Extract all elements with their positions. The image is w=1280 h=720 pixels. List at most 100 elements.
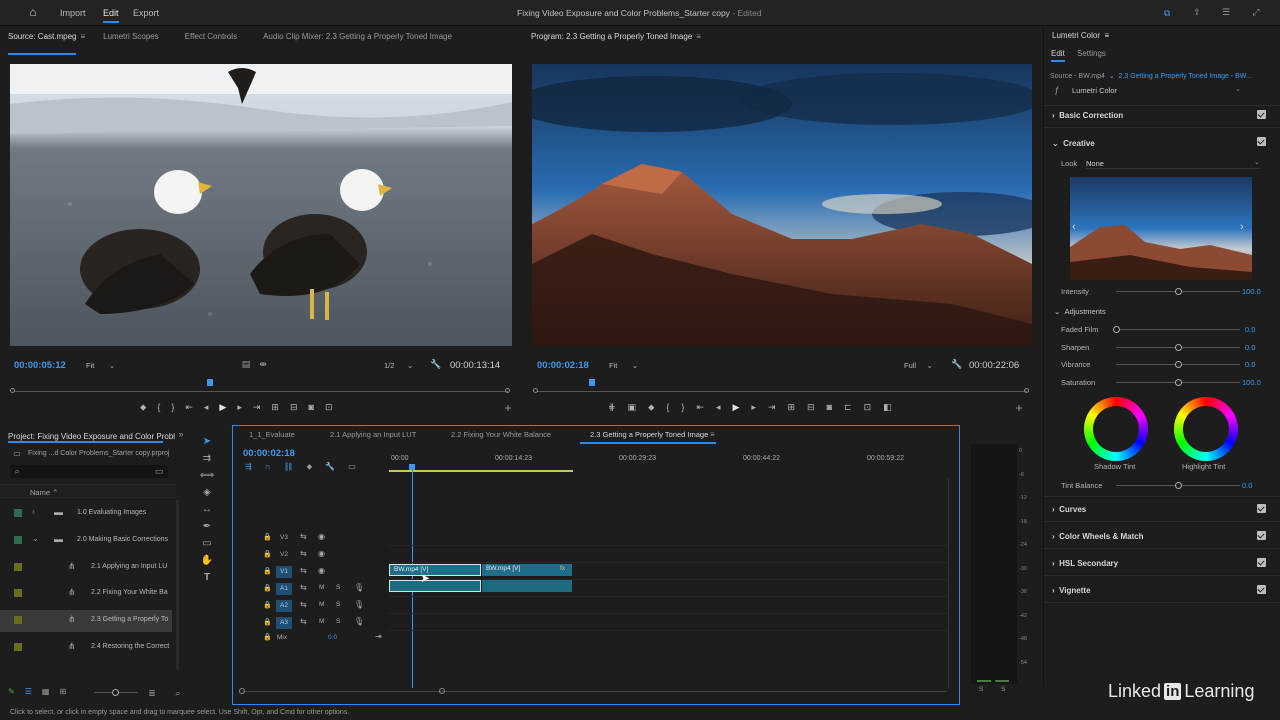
sync-lock-icon[interactable]: ⇆ [300,566,307,575]
selection-tool-icon[interactable]: ➤ [203,436,211,447]
tab-program[interactable]: Program: 2.3 Getting a Properly Toned Im… [531,32,692,41]
label-color-swatch[interactable] [14,589,22,597]
new-bin-icon[interactable]: ▭ [153,465,165,477]
sync-lock-icon[interactable]: ⇆ [300,583,307,592]
project-item[interactable]: ⋔ 2.2 Fixing Your White Ba [0,583,172,605]
track-target[interactable]: V2 [276,549,292,561]
basic-correction-checkbox[interactable] [1257,110,1266,119]
mix-arrow-icon[interactable]: ⇥ [375,632,382,641]
add-marker-icon[interactable]: ⬥ [307,462,313,472]
program-playhead[interactable] [589,379,595,386]
captions-icon[interactable]: ▭ [348,462,356,472]
marker-icon[interactable]: ⬥ [648,402,654,413]
track-target[interactable]: V3 [276,532,292,544]
adjust-slider[interactable] [1116,343,1240,351]
intensity-slider[interactable] [1116,288,1240,295]
program-add-button-icon[interactable]: + [1013,402,1025,414]
adjust-slider[interactable] [1116,361,1240,368]
track-lock-icon[interactable]: 🔒 [263,584,272,592]
menu-edit[interactable]: Edit [103,8,119,23]
shadow-tint-wheel[interactable] [1084,397,1148,461]
mark-in-icon[interactable]: { [157,402,160,413]
solo-right[interactable]: S [1001,686,1005,693]
sync-lock-icon[interactable]: ⇆ [300,600,307,609]
rectangle-tool-icon[interactable]: ▭ [202,538,211,549]
lumetri-section-checkbox[interactable] [1257,558,1266,567]
tab-lumetri-scopes[interactable]: Lumetri Scopes [103,32,159,41]
solo-button[interactable]: S [336,601,340,608]
track-lock-icon[interactable]: 🔒 [263,533,272,541]
tab-source[interactable]: Source: Cast.mpeg [8,32,76,41]
track-lock-icon[interactable]: 🔒 [263,601,272,609]
timeline-ruler[interactable]: 00:00 00:00:14:23 00:00:29:23 00:00:44:22 00… [389,450,949,472]
mute-button[interactable]: M [319,618,324,625]
disclosure-icon[interactable]: ⌄ [32,534,39,543]
microphone-icon[interactable]: 🎙 [354,617,364,626]
workspaces-icon[interactable]: ☰ [1220,6,1232,18]
step-forward-icon[interactable]: ▸ [237,402,242,413]
column-name[interactable]: Name ⌃ [30,488,58,497]
share-icon[interactable]: ⇪ [1191,6,1203,18]
mark-out-icon[interactable]: } [681,402,684,413]
lumetri-effect-select[interactable]: Lumetri Color [1072,86,1117,95]
find-icon[interactable]: ⌕ [172,687,184,699]
insert-clip-icon[interactable]: ⊞ [271,402,279,413]
adjust-value[interactable]: 100.0 [1242,378,1261,387]
step-back-icon[interactable]: ◂ [204,402,209,413]
freeform-view-icon[interactable]: ⊞ [59,687,66,696]
nest-icon[interactable]: ⇶ [245,462,252,472]
settings-icon[interactable]: ▤ [240,358,252,370]
adjustments-toggle[interactable]: ⌄ Adjustments [1054,307,1106,316]
quick-export-icon[interactable]: ⧉ [1161,7,1173,19]
solo-button[interactable]: S [336,584,340,591]
track-lock-icon[interactable]: 🔒 [263,550,272,558]
track-lock-icon[interactable]: 🔒 [263,567,272,575]
step-forward-icon[interactable]: ▸ [751,402,756,413]
vr-icon[interactable]: ◧ [883,402,892,413]
track-target[interactable]: A3 [276,617,292,629]
lumetri-section-checkbox[interactable] [1257,531,1266,540]
menu-export[interactable]: Export [133,8,159,18]
lumetri-tab-settings[interactable]: Settings [1077,49,1106,58]
sync-lock-icon[interactable]: ⇆ [300,617,307,626]
tint-balance-slider[interactable] [1116,482,1240,489]
project-item[interactable]: ⋔ 2.4 Restoring the Correct [0,637,172,659]
overwrite-icon[interactable]: ⊟ [290,402,298,413]
icon-view-icon[interactable]: ▦ [42,687,50,696]
panel-overflow-icon[interactable]: » [176,428,186,440]
list-view-icon[interactable]: ☰ [25,687,32,696]
step-back-icon[interactable]: ◂ [716,402,721,413]
source-video-frame[interactable] [10,64,512,346]
source-resolution-select[interactable]: 1/2 ⌄ [384,361,413,370]
track-lock-icon[interactable]: 🔒 [263,618,272,626]
export-frame-icon[interactable]: ◙ [827,402,832,413]
intensity-value[interactable]: 100.0 [1242,287,1261,296]
tab-project[interactable]: Project: Fixing Video Exposure and Color… [8,432,175,441]
solo-left[interactable]: S [979,686,983,693]
extract-icon[interactable]: ⊟ [807,402,815,413]
fullscreen-icon[interactable]: ⤢ [1250,6,1262,18]
mark-out-icon[interactable]: } [171,402,174,413]
timeline-tab[interactable]: 2.2 Fixing Your White Balance [451,430,551,439]
add-button-icon[interactable]: + [502,402,514,414]
look-preview-thumbnail[interactable]: ‹ › [1070,177,1252,280]
button-editor-icon[interactable]: ⊡ [325,402,333,413]
lumetri-section[interactable]: › Curves [1052,505,1086,514]
lift-icon[interactable]: ⊞ [787,402,795,413]
type-tool-icon[interactable]: T [204,572,210,583]
lumetri-title[interactable]: Lumetri Color ≡ [1052,31,1109,40]
marker-icon[interactable]: ⬥ [140,402,146,413]
timeline-settings-icon[interactable]: 🔧 [325,462,335,472]
lumetri-section[interactable]: › Color Wheels & Match [1052,532,1144,541]
label-color-swatch[interactable] [14,616,22,624]
tab-effect-controls[interactable]: Effect Controls [185,32,237,41]
timeline-timecode[interactable]: 00:00:02:18 [243,448,295,459]
mix-value[interactable]: 0.0 [328,634,337,641]
project-scrollbar[interactable] [176,500,179,670]
razor-tool-icon[interactable]: ◈ [203,487,211,498]
fx-toggle-icon[interactable]: ƒ [1052,84,1062,96]
sync-lock-icon[interactable]: ⇆ [300,532,307,541]
trim-icon[interactable]: ⋕ [608,402,616,413]
sync-lock-icon[interactable]: ⇆ [300,549,307,558]
safe-margins-icon[interactable]: ▣ [628,402,637,413]
